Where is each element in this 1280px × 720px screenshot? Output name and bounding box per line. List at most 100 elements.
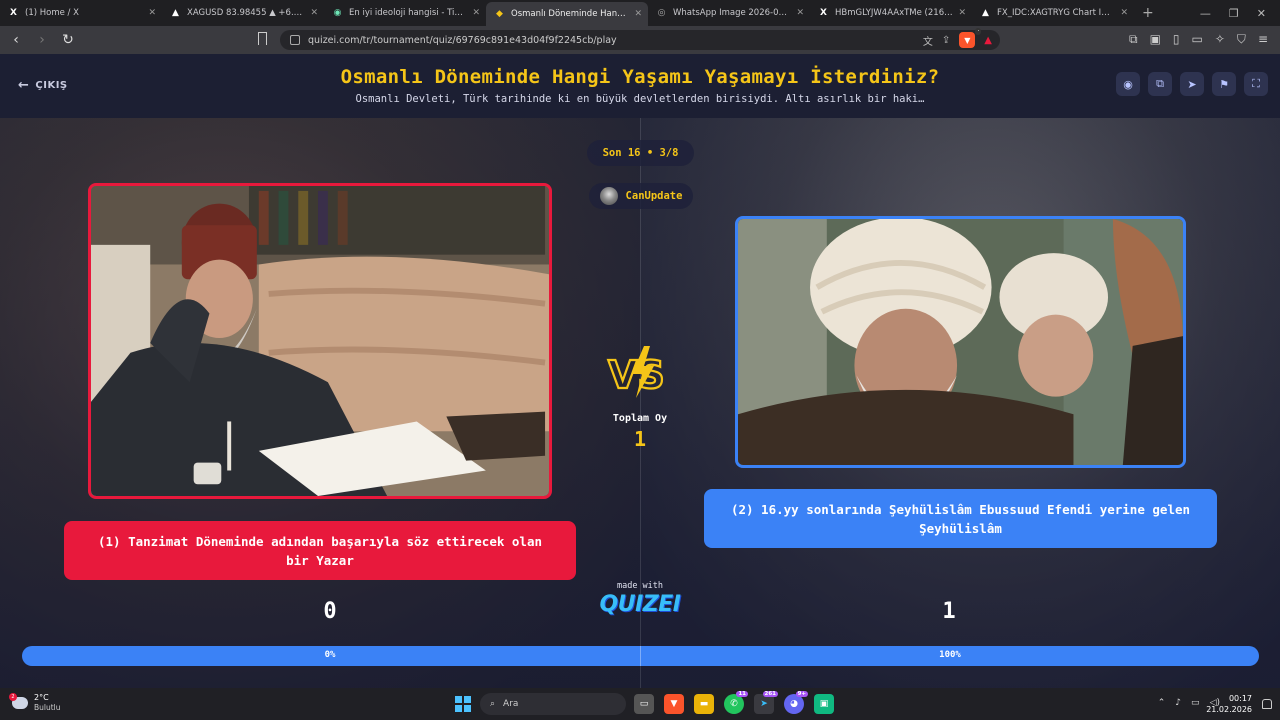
translate-icon[interactable]: 文 (923, 33, 933, 48)
browser-tab[interactable]: ▲ FX_IDC:XAGTRYG Chart Image by yu ✕ (972, 0, 1134, 26)
tab-label: (1) Home / X (25, 8, 79, 18)
leo-icon[interactable]: ✧ (1215, 32, 1225, 47)
windows-start-icon[interactable] (455, 696, 471, 712)
flag-icon[interactable]: ⚑ (1212, 72, 1236, 96)
fullscreen-icon[interactable]: ⛶ (1244, 72, 1268, 96)
option-right-button[interactable]: (2) 16.yy sonlarında Şeyhülislâm Ebussuu… (704, 489, 1217, 548)
tradingview-icon: ▲ (982, 8, 989, 18)
clock-time: 00:17 (1228, 694, 1252, 703)
option-right-votes: 1 (942, 599, 956, 624)
chevron-up-icon[interactable]: ⌃ (1158, 698, 1166, 708)
media-icon[interactable]: ▣ (1150, 32, 1161, 47)
browser-tab[interactable]: X HBmGLYJW4AAxTMe (2160×2700) ✕ (810, 0, 972, 26)
browser-toolbar: ‹ › ↻ quizei.com/tr/tournament/quiz/6976… (0, 26, 1280, 54)
wallet-icon[interactable]: ▭ (1192, 32, 1203, 47)
restore-icon[interactable]: ❐ (1229, 7, 1239, 20)
browser-tab[interactable]: ◎ WhatsApp Image 2026-02-20 at 22.4 ✕ (648, 0, 810, 26)
quizei-logo[interactable]: QUIZEI (590, 592, 690, 617)
share-icon[interactable]: ⇪ (942, 35, 950, 46)
network-icon[interactable]: ▭ (1191, 698, 1200, 708)
menu-icon[interactable]: ≡ (1258, 32, 1268, 47)
window-close-icon[interactable]: ✕ (1257, 7, 1266, 20)
whatsapp-icon[interactable]: ✆ 11 (724, 691, 748, 714)
option-left-votes: 0 (323, 599, 337, 624)
brave-shields-icon[interactable]: ▼ · (959, 28, 982, 48)
browser-extensions: ⧉ ▣ ▯ ▭ ✧ ⛉ ≡ (1129, 32, 1268, 47)
tierlist-icon: ◉ (333, 8, 342, 18)
quizei-icon: ◆ (496, 9, 503, 19)
tab-label: XAGUSD 83.98455 ▲ +6.96% Adsız (187, 8, 305, 18)
minimize-icon[interactable]: — (1200, 7, 1211, 20)
window-controls: — ❐ ✕ (1200, 0, 1280, 26)
vote-progress-divider (640, 646, 641, 666)
vpn-icon[interactable]: ⛉ (1237, 32, 1246, 47)
tab-label: HBmGLYJW4AAxTMe (2160×2700) (835, 8, 953, 18)
browser-tab[interactable]: X (1) Home / X ✕ (0, 0, 162, 26)
writer-portrait-image (91, 186, 549, 496)
browser-tab[interactable]: ▲ XAGUSD 83.98455 ▲ +6.96% Adsız ✕ (162, 0, 324, 26)
cloud-icon: 2 (9, 693, 28, 709)
tab-label: Osmanlı Döneminde Hangi Yaşa (511, 9, 629, 19)
tab-label: WhatsApp Image 2026-02-20 at 22.4 (673, 8, 791, 18)
browser-tab-active[interactable]: ◆ Osmanlı Döneminde Hangi Yaşa ✕ (486, 2, 648, 26)
close-icon[interactable]: ✕ (796, 8, 804, 18)
extensions-icon[interactable]: ⧉ (1129, 32, 1138, 47)
option-right-image[interactable] (735, 216, 1186, 468)
copy-icon[interactable]: ⧉ (1148, 72, 1172, 96)
forward-icon[interactable]: › (32, 32, 52, 48)
total-votes-label: Toplam Oy (612, 413, 668, 424)
weather-widget[interactable]: 2 2°C Bulutlu (9, 693, 61, 713)
close-icon[interactable]: ✕ (958, 8, 966, 18)
close-icon[interactable]: ✕ (1120, 8, 1128, 18)
creator-name: CanUpdate (625, 190, 683, 202)
tradingview-icon: ▲ (172, 8, 179, 18)
reload-icon[interactable]: ↻ (58, 32, 78, 48)
quiz-title: Osmanlı Döneminde Hangi Yaşamı Yaşamayı … (340, 66, 940, 88)
vote-percent-left: 0% (324, 650, 336, 660)
brave-browser-icon[interactable]: ▼ (664, 694, 684, 714)
microphone-icon[interactable]: ♪ (1175, 698, 1181, 708)
x-icon: X (820, 8, 827, 18)
new-tab-icon[interactable]: + (1134, 5, 1162, 21)
tab-label: FX_IDC:XAGTRYG Chart Image by yu (997, 8, 1115, 18)
avatar (599, 187, 618, 205)
close-icon[interactable]: ✕ (310, 8, 318, 18)
close-icon[interactable]: ✕ (472, 8, 480, 18)
send-icon[interactable]: ➤ (1180, 72, 1204, 96)
quiz-subtitle: Osmanlı Devleti, Türk tarihinde ki en bü… (355, 93, 925, 105)
globe-icon: ◎ (657, 8, 666, 18)
browser-tab[interactable]: ◉ En iyi ideoloji hangisi - Tier List | K… (324, 0, 486, 26)
taskbar-search[interactable]: ⌕ Ara (480, 693, 626, 715)
svg-text:VS: VS (608, 353, 665, 397)
telegram-icon[interactable]: ➤ 261 (754, 691, 778, 714)
task-view-icon[interactable]: ▭ (634, 694, 654, 714)
url-text: quizei.com/tr/tournament/quiz/69769c891e… (308, 34, 617, 46)
file-explorer-icon[interactable]: ▬ (694, 694, 714, 714)
bookmark-icon[interactable] (258, 32, 267, 45)
brave-rewards-icon[interactable]: ▲ (984, 35, 992, 46)
url-actions: 文 ⇪ ▼ · ▲ (923, 28, 992, 48)
clock-date: 21.02.2026 (1206, 705, 1252, 714)
option-left-image[interactable] (88, 183, 552, 499)
close-icon[interactable]: ✕ (148, 8, 156, 18)
system-clock[interactable]: 00:17 21.02.2026 (1206, 693, 1252, 715)
search-placeholder: Ara (503, 699, 519, 709)
eye-icon[interactable]: ◉ (1116, 72, 1140, 96)
tab-label: En iyi ideoloji hangisi - Tier List | Kö… (349, 8, 467, 18)
app-icon[interactable]: ▣ (814, 694, 834, 714)
discord-icon[interactable]: ◕ 9+ (784, 691, 808, 714)
site-info-icon[interactable] (290, 35, 300, 45)
total-votes-value: 1 (633, 427, 647, 451)
option-left-button[interactable]: (1) Tanzimat Döneminde adından başarıyla… (64, 521, 576, 580)
browser-tab-strip: X (1) Home / X ✕ ▲ XAGUSD 83.98455 ▲ +6.96%… (0, 0, 1280, 26)
close-icon[interactable]: ✕ (634, 9, 642, 19)
creator-badge[interactable]: CanUpdate (589, 183, 693, 209)
search-icon: ⌕ (490, 699, 496, 709)
quiz-page: ← ÇIKIŞ Osmanlı Döneminde Hangi Yaşamı Y… (0, 54, 1280, 688)
notification-icon[interactable] (1262, 699, 1272, 709)
round-indicator: Son 16 • 3/8 (587, 140, 694, 166)
back-icon[interactable]: ‹ (6, 32, 26, 48)
sidebar-icon[interactable]: ▯ (1173, 32, 1180, 47)
address-bar[interactable]: quizei.com/tr/tournament/quiz/69769c891e… (280, 28, 1000, 50)
quiz-header: ← ÇIKIŞ Osmanlı Döneminde Hangi Yaşamı Y… (0, 54, 1280, 118)
